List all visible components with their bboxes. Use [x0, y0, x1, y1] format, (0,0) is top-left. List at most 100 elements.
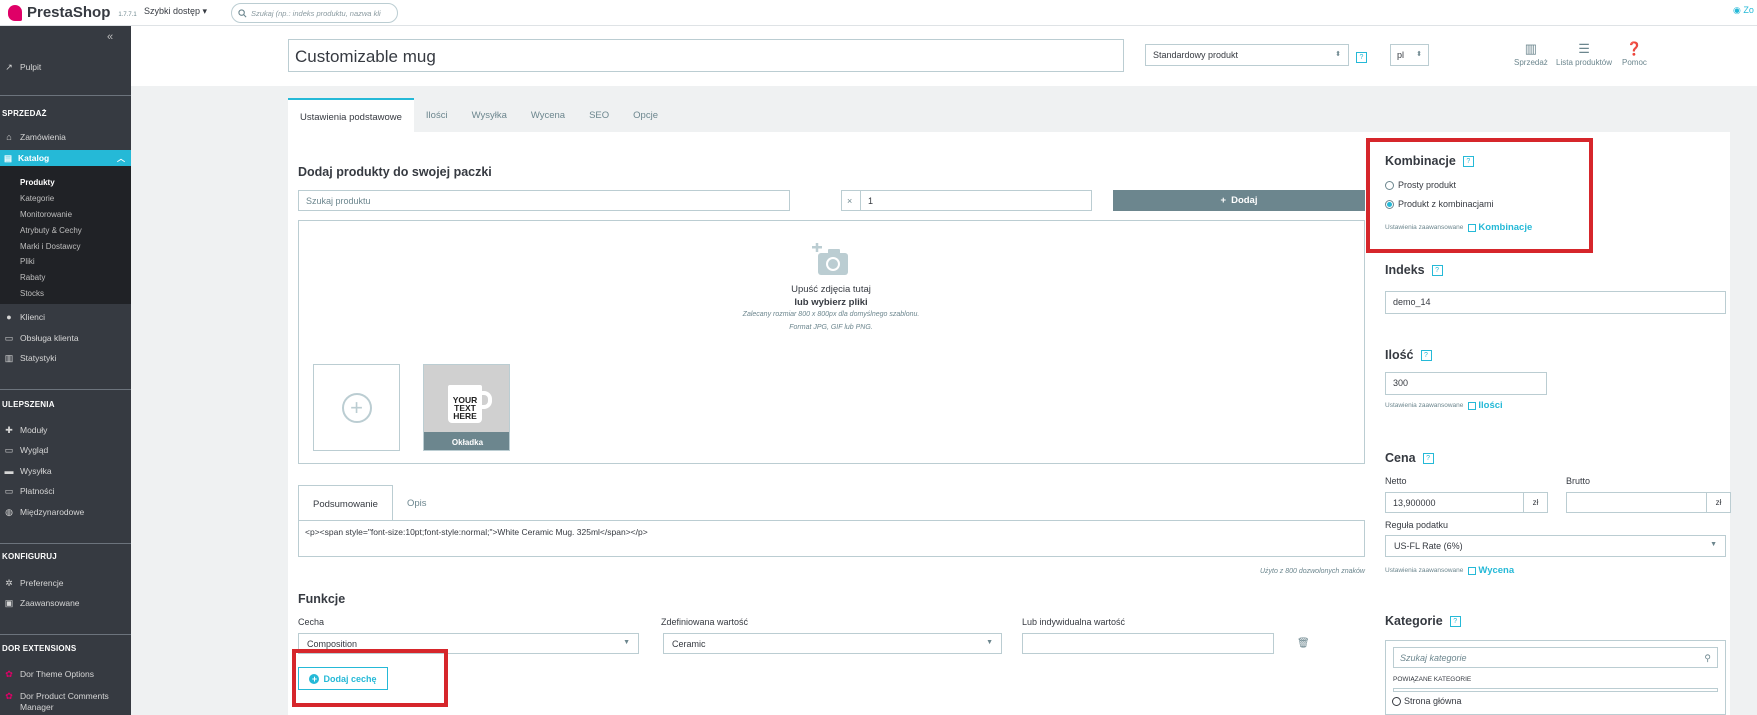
tab-options[interactable]: Opcje	[621, 98, 670, 132]
pack-product-search-input[interactable]: Szukaj produktu	[298, 190, 790, 211]
bar-chart-icon: ▥	[4, 352, 14, 363]
help-icon[interactable]: ?	[1420, 350, 1432, 362]
sidebar-item-label: Preferencje	[20, 578, 64, 588]
cog-pink-icon: ✿	[5, 690, 13, 701]
quantities-link[interactable]: Ilości	[1468, 400, 1503, 411]
sidebar-item-shipping[interactable]: ▬ Wysyłka	[0, 465, 131, 477]
sidebar-subitem-categories[interactable]: Kategorie	[20, 194, 54, 203]
sidebar-item-advanced[interactable]: ▣ Zaawansowane	[0, 597, 131, 609]
view-shop-link[interactable]: ◉ Zo	[1733, 5, 1754, 16]
pricing-link-label: Wycena	[1478, 565, 1515, 576]
product-image-thumbnail[interactable]: YOUR TEXT HERE Okładka	[423, 364, 510, 451]
plus-icon: +	[1220, 195, 1227, 206]
sidebar-item-modules[interactable]: ✚ Moduły	[0, 424, 131, 436]
sidebar-subitem-attributes[interactable]: Atrybuty & Cechy	[20, 226, 82, 235]
search-icon	[238, 8, 247, 17]
reference-title: Indeks?	[1385, 263, 1443, 277]
sidebar-subitem-discounts[interactable]: Rabaty	[20, 273, 45, 282]
credit-card-icon: ▭	[4, 485, 14, 496]
price-brutto-input[interactable]	[1566, 492, 1707, 513]
product-type-select[interactable]: Standardowy produkt ⬍	[1145, 44, 1349, 66]
version-label: 1.7.7.1	[118, 11, 137, 18]
chevron-down-icon: ▼	[623, 639, 630, 646]
product-list-button[interactable]: ☰ Lista produktów	[1556, 42, 1612, 67]
delete-feature-icon[interactable]: 🗑	[1297, 638, 1310, 649]
sidebar-section-sales: SPRZEDAŻ	[2, 109, 47, 118]
tab-quantities[interactable]: Ilości	[414, 98, 460, 132]
sidebar-item-pulpit[interactable]: ↗ Pulpit	[0, 61, 131, 73]
sales-button[interactable]: ▥ Sprzedaż	[1514, 42, 1548, 67]
tab-description[interactable]: Opis	[393, 485, 441, 521]
feature-value: Composition	[307, 639, 358, 649]
sidebar-item-label: Zamówienia	[20, 132, 66, 142]
help-circle-icon: ❓	[1626, 41, 1643, 56]
sidebar-item-dor-comments-cont[interactable]: Manager	[0, 701, 131, 713]
pricing-link[interactable]: Wycena	[1468, 565, 1514, 576]
sidebar-item-label: Płatności	[20, 486, 55, 496]
highlight-box	[1366, 138, 1593, 253]
pack-add-button[interactable]: + Dodaj	[1113, 190, 1365, 211]
sidebar-item-design[interactable]: ▭ Wygląd	[0, 444, 131, 456]
category-search-input[interactable]: Szukaj kategorie ⚲	[1393, 647, 1718, 668]
product-tabs: Ustawienia podstawowe Ilości Wysyłka Wyc…	[288, 98, 670, 132]
help-icon[interactable]: ?	[1356, 52, 1367, 63]
sidebar-item-stats[interactable]: ▥ Statystyki	[0, 352, 131, 364]
custom-value-input[interactable]	[1022, 633, 1274, 654]
reference-input[interactable]: demo_14	[1385, 291, 1726, 314]
prestashop-logo[interactable]: PrestaShop 1.7.7.1	[8, 4, 137, 21]
tax-rule-value: US-FL Rate (6%)	[1394, 541, 1463, 551]
sidebar-item-customers[interactable]: ● Klienci	[0, 311, 131, 323]
times-addon: ×	[841, 190, 861, 211]
predefined-value-select[interactable]: Ceramic ▼	[663, 633, 1002, 654]
product-name-input[interactable]: Customizable mug	[288, 39, 1124, 72]
sidebar-subitem-monitoring[interactable]: Monitorowanie	[20, 210, 72, 219]
sidebar-subitem-stocks[interactable]: Stocks	[20, 289, 44, 298]
choose-files-link[interactable]: lub wybierz pliki	[690, 297, 972, 308]
help-icon[interactable]: ?	[1422, 453, 1434, 465]
sidebar-subitem-products[interactable]: Produkty	[20, 178, 55, 187]
advanced-settings-row: Ustawienia zaawansowane Ilości	[1385, 400, 1503, 411]
sidebar-item-label: Dor Theme Options	[20, 669, 95, 679]
product-list-label: Lista produktów	[1556, 58, 1613, 67]
dropzone-hint-size: Zalecany rozmiar 800 x 800px dla domyśln…	[742, 311, 920, 318]
sidebar-item-customer-service[interactable]: ▭ Obsługa klienta	[0, 332, 131, 344]
language-select[interactable]: pl ⬍	[1390, 44, 1429, 66]
sidebar-item-orders[interactable]: ⌂ Zamówienia	[0, 131, 131, 143]
tab-shipping[interactable]: Wysyłka	[460, 98, 519, 132]
categories-title-text: Kategorie	[1385, 614, 1443, 628]
sidebar-section-extensions: DOR EXTENSIONS	[2, 644, 77, 653]
sidebar-item-catalog[interactable]: ▤ Katalog ︿	[0, 150, 131, 166]
price-netto-input[interactable]: 13,900000	[1385, 492, 1524, 513]
sidebar-section-configure: KONFIGURUJ	[2, 552, 57, 561]
sidebar-item-dor-theme[interactable]: ✿ Dor Theme Options	[0, 668, 131, 680]
sidebar-item-international[interactable]: ◍ Międzynarodowe	[0, 506, 131, 518]
sidebar-item-label: Katalog	[18, 153, 50, 163]
help-button[interactable]: ❓ Pomoc	[1622, 42, 1647, 67]
sidebar-subitem-files[interactable]: Pliki	[20, 257, 35, 266]
tab-seo[interactable]: SEO	[577, 98, 621, 132]
summary-textarea[interactable]: <p><span style="font-size:10pt;font-styl…	[298, 520, 1365, 557]
store-icon: ▤	[4, 152, 13, 163]
tax-rule-select[interactable]: US-FL Rate (6%) ▼	[1385, 535, 1726, 557]
tab-pricing[interactable]: Wycena	[519, 98, 577, 132]
global-search-input[interactable]: Szukaj (np.: indeks produktu, nazwa kli	[231, 3, 398, 23]
help-icon[interactable]: ?	[1449, 616, 1461, 628]
sidebar-item-preferences[interactable]: ✲ Preferencje	[0, 577, 131, 589]
pack-quantity-input[interactable]: 1	[860, 190, 1092, 211]
quantities-link-label: Ilości	[1478, 400, 1503, 411]
quick-access-dropdown[interactable]: Szybki dostęp ▾	[144, 6, 207, 17]
tab-basic-settings[interactable]: Ustawienia podstawowe	[288, 98, 414, 132]
add-image-tile[interactable]: +	[313, 364, 400, 451]
categories-title: Kategorie?	[1385, 614, 1461, 628]
pack-add-label: Dodaj	[1231, 195, 1258, 206]
tab-summary[interactable]: Podsumowanie	[298, 485, 393, 521]
category-radio-home[interactable]: Strona główna	[1392, 696, 1462, 706]
sidebar-subitem-brands[interactable]: Marki i Dostawcy	[20, 242, 80, 251]
quantity-input[interactable]: 300	[1385, 372, 1547, 395]
language-value: pl	[1397, 50, 1405, 60]
collapse-sidebar-icon[interactable]: «	[107, 31, 113, 43]
sidebar-item-payment[interactable]: ▭ Płatności	[0, 485, 131, 497]
mug-print-text: YOUR TEXT HERE	[452, 395, 478, 421]
help-icon[interactable]: ?	[1431, 265, 1443, 277]
brutto-label: Brutto	[1566, 476, 1591, 486]
